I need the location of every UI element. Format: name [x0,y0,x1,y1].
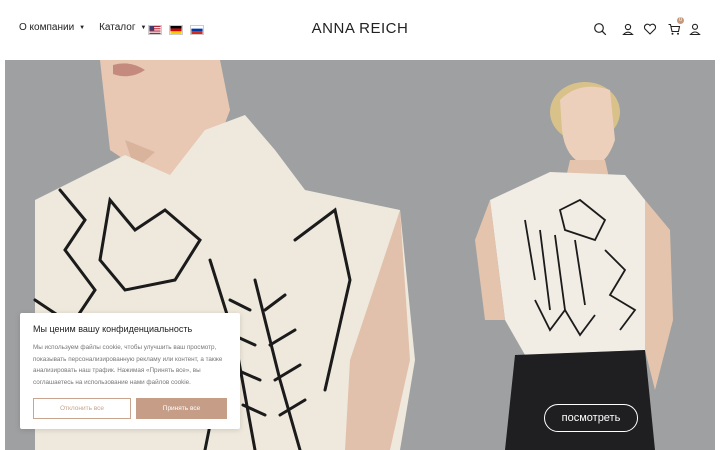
accept-all-button[interactable]: Принять все [136,398,227,419]
cookie-title: Мы ценим вашу конфиденциальность [33,324,193,334]
cookie-text: Мы используем файлы cookie, чтобы улучши… [33,344,223,386]
decline-all-button[interactable]: Отклонить все [33,398,131,419]
view-button[interactable]: посмотреть [544,404,638,432]
search-icon[interactable] [593,22,607,36]
cart-icon [668,23,681,35]
cookie-actions: Отклонить все Принять все [33,398,227,419]
header-actions: 0 [584,17,702,36]
cookie-consent-dialog: Мы ценим вашу конфиденциальность Мы испо… [20,313,240,429]
heart-icon[interactable] [643,22,657,36]
user-icon[interactable] [621,22,635,36]
site-header: О компании ▼ Каталог ▼ ANNA REICH 0 [0,0,720,60]
cart-button[interactable]: 0 [667,17,684,36]
account-icon[interactable] [688,22,702,36]
cart-count-badge: 0 [677,17,684,24]
